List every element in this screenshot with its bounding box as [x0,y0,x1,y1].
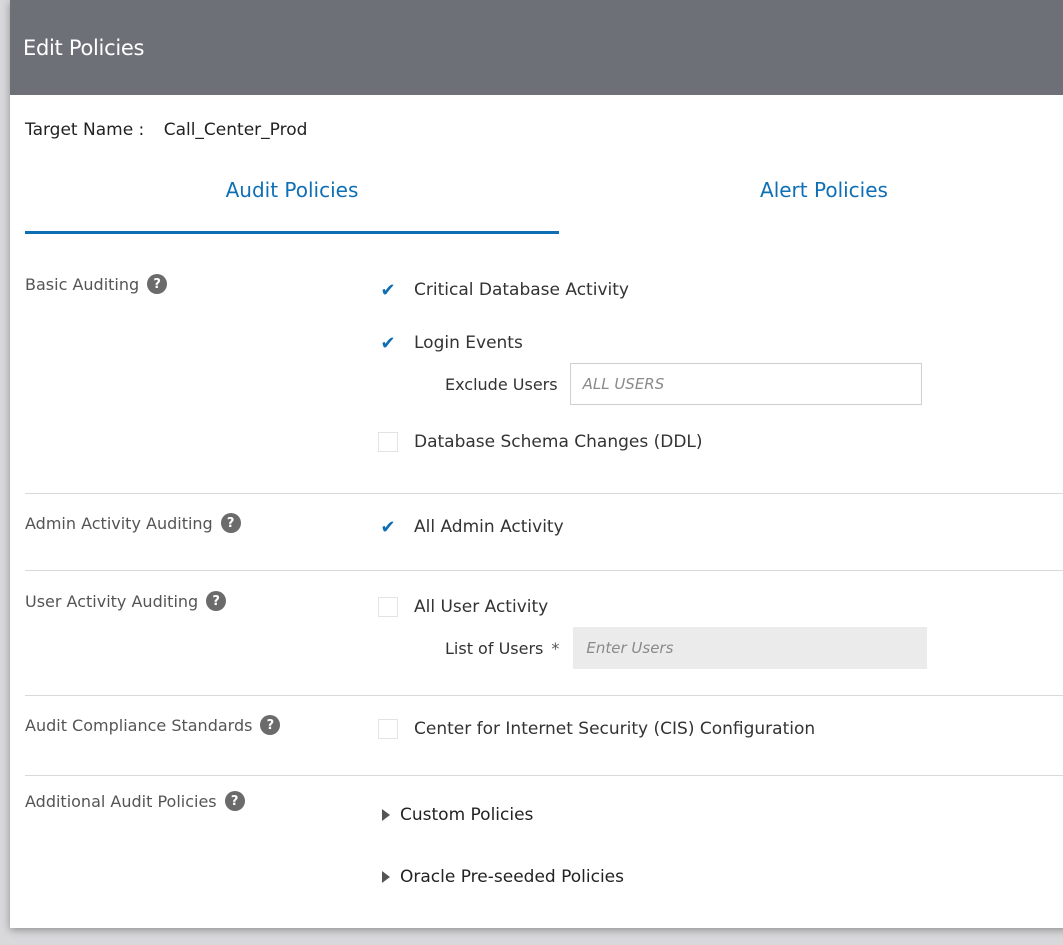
dialog-title: Edit Policies [23,35,145,60]
exclude-users-label: Exclude Users [445,374,558,394]
custom-policies-expander[interactable]: Custom Policies [378,805,533,825]
target-name-label: Target Name : [25,120,145,140]
cis-option[interactable]: Center for Internet Security (CIS) Confi… [378,719,815,739]
help-icon[interactable]: ? [220,513,241,533]
triangle-right-icon[interactable] [382,871,390,883]
triangle-right-icon[interactable] [382,809,390,821]
policy-tabs: Audit Policies Alert Policies [25,160,1063,235]
additional-policies-section: Additional Audit Policies ? Custom Polic… [25,775,1063,928]
admin-activity-text: Admin Activity Auditing [25,513,213,533]
basic-auditing-section: Basic Auditing ? ✔ Critical Database Act… [25,260,1063,494]
edit-policies-dialog: Edit Policies Target Name : Call_Center_… [10,0,1063,928]
help-icon[interactable]: ? [147,274,168,294]
help-icon[interactable]: ? [206,591,227,611]
all-user-activity-option[interactable]: All User Activity [378,597,548,617]
list-of-users-label: List of Users [445,638,544,658]
admin-activity-section: Admin Activity Auditing ? ✔ All Admin Ac… [25,493,1063,571]
cis-label: Center for Internet Security (CIS) Confi… [414,719,816,739]
critical-db-activity-option[interactable]: ✔ Critical Database Activity [378,280,629,301]
audit-compliance-text: Audit Compliance Standards [25,715,253,735]
tab-alert-policies[interactable]: Alert Policies [559,160,1063,232]
basic-auditing-text: Basic Auditing [25,274,140,294]
target-name-value: Call_Center_Prod [163,120,308,140]
login-events-label: Login Events [414,333,523,353]
checkmark-icon[interactable]: ✔ [378,333,398,354]
all-admin-activity-option[interactable]: ✔ All Admin Activity [378,517,564,538]
user-activity-text: User Activity Auditing [25,591,199,611]
exclude-users-row: Exclude Users ALL USERS [445,363,922,405]
user-activity-label: User Activity Auditing ? [25,591,227,611]
help-icon[interactable]: ? [224,791,245,811]
list-of-users-input[interactable]: Enter Users [573,627,928,669]
exclude-users-input[interactable]: ALL USERS [569,363,922,405]
all-user-activity-checkbox[interactable] [378,597,398,617]
additional-policies-text: Additional Audit Policies [25,791,217,811]
custom-policies-label: Custom Policies [400,805,534,825]
audit-compliance-label: Audit Compliance Standards ? [25,715,281,735]
ddl-label: Database Schema Changes (DDL) [414,432,703,452]
checkmark-icon[interactable]: ✔ [378,280,398,301]
target-name-row: Target Name : Call_Center_Prod [25,120,307,140]
help-icon[interactable]: ? [260,715,281,735]
preseeded-policies-label: Oracle Pre-seeded Policies [400,867,624,887]
checkmark-icon[interactable]: ✔ [378,517,398,538]
tab-audit-policies[interactable]: Audit Policies [25,160,559,234]
critical-db-activity-label: Critical Database Activity [414,280,629,300]
cis-checkbox[interactable] [378,719,398,739]
basic-auditing-label: Basic Auditing ? [25,274,168,294]
dialog-titlebar: Edit Policies [10,0,1063,95]
preseeded-policies-expander[interactable]: Oracle Pre-seeded Policies [378,867,624,887]
all-admin-activity-label: All Admin Activity [414,517,564,537]
required-mark: * [551,638,560,658]
user-activity-section: User Activity Auditing ? All User Activi… [25,570,1063,696]
all-user-activity-label: All User Activity [414,597,549,617]
admin-activity-label: Admin Activity Auditing ? [25,513,241,533]
ddl-checkbox[interactable] [378,432,398,452]
additional-policies-label: Additional Audit Policies ? [25,791,245,811]
list-of-users-row: List of Users * Enter Users [445,627,928,669]
ddl-option[interactable]: Database Schema Changes (DDL) [378,432,703,452]
audit-compliance-section: Audit Compliance Standards ? Center for … [25,695,1063,776]
login-events-option[interactable]: ✔ Login Events [378,333,523,354]
